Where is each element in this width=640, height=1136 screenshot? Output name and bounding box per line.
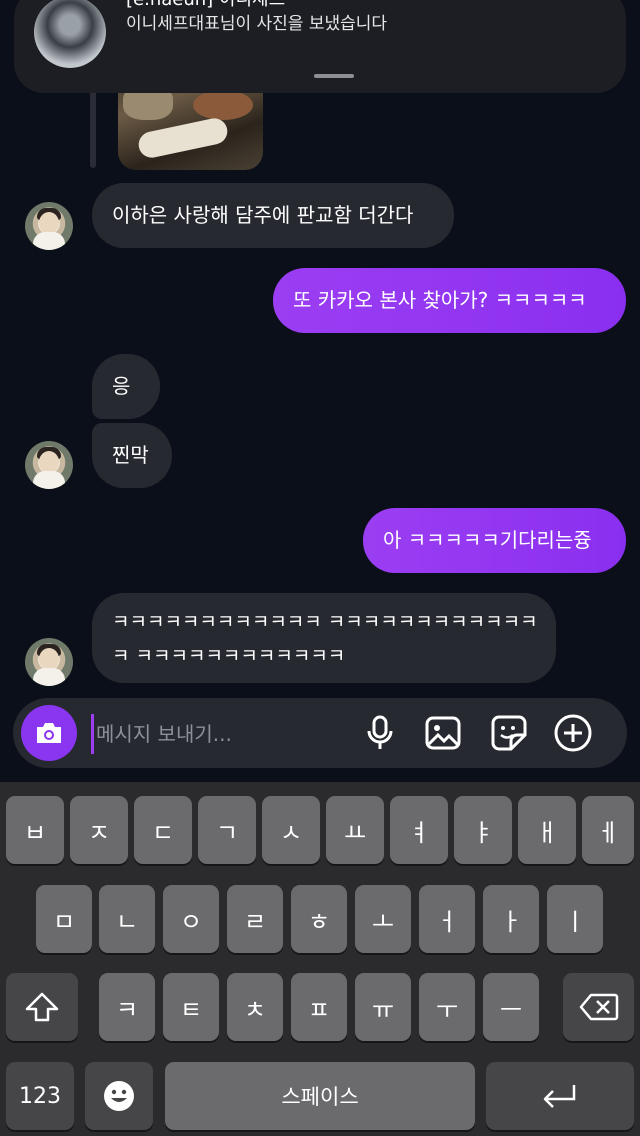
backspace-key[interactable] bbox=[563, 973, 634, 1041]
key[interactable]: ㄱ bbox=[198, 796, 256, 864]
sender-avatar[interactable] bbox=[25, 638, 73, 686]
notification-body: 이니세프대표님이 사진을 보냈습니다 bbox=[126, 14, 388, 34]
message-input[interactable] bbox=[91, 714, 338, 754]
key[interactable]: ㅅ bbox=[262, 796, 320, 864]
gallery-button[interactable] bbox=[423, 713, 463, 753]
key[interactable]: ㅣ bbox=[547, 885, 603, 953]
key[interactable]: ㅌ bbox=[163, 973, 219, 1041]
emoji-icon bbox=[104, 1081, 134, 1111]
reply-bar bbox=[90, 80, 96, 168]
message-text: 또 카카오 본사 찾아가? ㅋㅋㅋㅋㅋ bbox=[293, 288, 587, 312]
key[interactable]: ㅎ bbox=[291, 885, 347, 953]
space-key[interactable]: 스페이스 bbox=[165, 1062, 475, 1130]
camera-icon bbox=[37, 723, 61, 743]
key[interactable]: ㄴ bbox=[99, 885, 155, 953]
key[interactable]: ㅇ bbox=[163, 885, 219, 953]
key[interactable]: ㅔ bbox=[582, 796, 634, 864]
backspace-icon bbox=[579, 993, 618, 1021]
key[interactable]: ㅛ bbox=[326, 796, 384, 864]
notification-title: [e.haeun] 이니세프 bbox=[126, 0, 285, 12]
chat-thread: 이하은 사랑해 담주에 판교함 더간다 또 카카오 본사 찾아가? ㅋㅋㅋㅋㅋ … bbox=[0, 0, 640, 790]
key[interactable]: ㅊ bbox=[227, 973, 283, 1041]
key[interactable]: ㅕ bbox=[390, 796, 448, 864]
key[interactable]: ㄹ bbox=[227, 885, 283, 953]
message-text: ㅋ ㅋㅋㅋㅋㅋㅋㅋㅋㅋㅋㅋㅋ bbox=[112, 645, 346, 667]
return-key[interactable] bbox=[486, 1062, 634, 1130]
return-icon bbox=[543, 1085, 576, 1108]
gallery-icon bbox=[425, 716, 461, 750]
message-bubble-outgoing[interactable]: 또 카카오 본사 찾아가? ㅋㅋㅋㅋㅋ bbox=[273, 268, 626, 333]
key[interactable]: ㅠ bbox=[355, 973, 411, 1041]
shift-icon bbox=[25, 992, 59, 1022]
add-button[interactable] bbox=[553, 713, 593, 753]
message-text: 찐막 bbox=[112, 443, 149, 467]
key[interactable]: ㅍ bbox=[291, 973, 347, 1041]
microphone-icon bbox=[367, 715, 393, 749]
key[interactable]: ㅡ bbox=[483, 973, 539, 1041]
key[interactable]: ㅂ bbox=[6, 796, 64, 864]
message-bubble-incoming[interactable]: 찐막 bbox=[92, 423, 172, 488]
notification-avatar bbox=[34, 0, 106, 68]
message-text: 아 ㅋㅋㅋㅋㅋ기다리는즁 bbox=[383, 528, 592, 552]
key[interactable]: ㄷ bbox=[134, 796, 192, 864]
keyboard: ㅂ ㅈ ㄷ ㄱ ㅅ ㅛ ㅕ ㅑ ㅐ ㅔ ㅁ ㄴ ㅇ ㄹ ㅎ ㅗ ㅓ ㅏ ㅣ ㅋ … bbox=[0, 782, 640, 1136]
message-bubble-outgoing[interactable]: 아 ㅋㅋㅋㅋㅋ기다리는즁 bbox=[363, 508, 626, 573]
key[interactable]: ㅈ bbox=[70, 796, 128, 864]
message-text: 응 bbox=[112, 374, 131, 398]
message-text: 이하은 사랑해 담주에 판교함 더간다 bbox=[112, 203, 414, 227]
message-bubble-incoming[interactable]: 응 bbox=[92, 354, 160, 419]
numbers-key[interactable]: 123 bbox=[6, 1062, 74, 1130]
notification-banner[interactable]: [e.haeun] 이니세프 이니세프대표님이 사진을 보냈습니다 bbox=[14, 0, 626, 93]
key[interactable]: ㅜ bbox=[419, 973, 475, 1041]
key[interactable]: ㅓ bbox=[419, 885, 475, 953]
sticker-icon bbox=[491, 715, 527, 751]
notification-handle[interactable] bbox=[314, 74, 354, 78]
message-text: ㅋㅋㅋㅋㅋㅋㅋㅋㅋㅋㅋㅋ ㅋㅋㅋㅋㅋㅋㅋㅋㅋㅋㅋㅋ bbox=[112, 611, 538, 633]
key[interactable]: ㅁ bbox=[36, 885, 92, 953]
key[interactable]: ㅏ bbox=[483, 885, 539, 953]
camera-button[interactable] bbox=[21, 705, 77, 761]
add-icon bbox=[554, 714, 592, 752]
message-bubble-incoming[interactable]: 이하은 사랑해 담주에 판교함 더간다 bbox=[92, 183, 454, 248]
key[interactable]: ㅋ bbox=[99, 973, 155, 1041]
microphone-button[interactable] bbox=[360, 713, 400, 753]
message-composer bbox=[13, 698, 627, 768]
shift-key[interactable] bbox=[6, 973, 78, 1041]
emoji-key[interactable] bbox=[85, 1062, 153, 1130]
key[interactable]: ㅐ bbox=[518, 796, 576, 864]
key[interactable]: ㅗ bbox=[355, 885, 411, 953]
key[interactable]: ㅑ bbox=[454, 796, 512, 864]
sticker-button[interactable] bbox=[489, 713, 529, 753]
sender-avatar[interactable] bbox=[25, 441, 73, 489]
message-bubble-incoming[interactable]: ㅋㅋㅋㅋㅋㅋㅋㅋㅋㅋㅋㅋ ㅋㅋㅋㅋㅋㅋㅋㅋㅋㅋㅋㅋ ㅋ ㅋㅋㅋㅋㅋㅋㅋㅋㅋㅋㅋㅋ bbox=[92, 593, 556, 683]
sender-avatar[interactable] bbox=[25, 202, 73, 250]
